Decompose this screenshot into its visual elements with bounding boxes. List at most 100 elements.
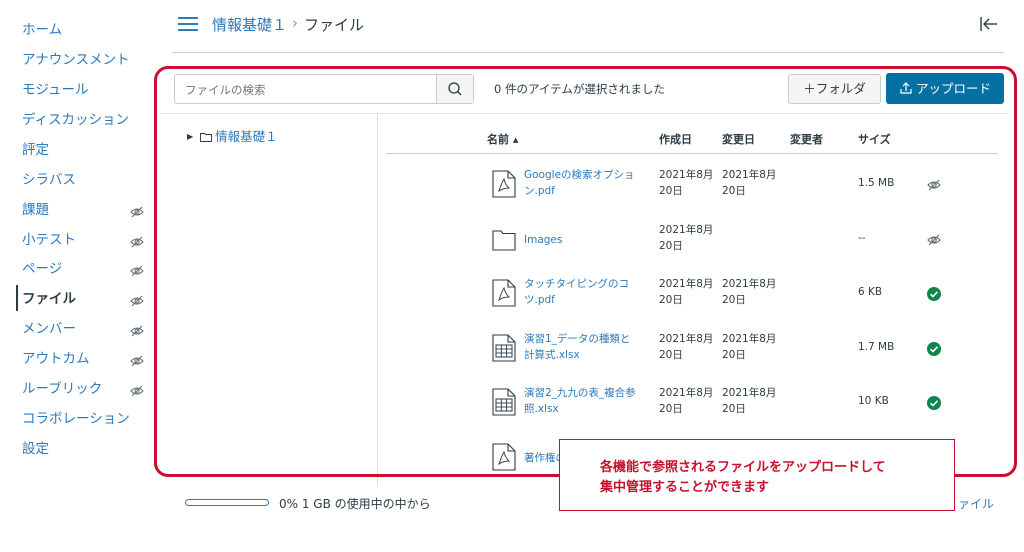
file-size: -- xyxy=(858,231,866,244)
column-modifier[interactable]: 変更者 xyxy=(790,131,823,147)
created-date: 2021年8月20日 xyxy=(659,223,714,252)
nav-item[interactable]: シラバス xyxy=(22,168,144,192)
nav-item-label: ディスカッション xyxy=(22,111,130,128)
annotation-callout: 各機能で参照されるファイルをアップロードして 集中管理することができます xyxy=(559,439,955,511)
callout-line-1: 各機能で参照されるファイルをアップロードして xyxy=(600,460,886,475)
file-size: 1.7 MB xyxy=(858,340,895,353)
search-icon xyxy=(448,82,462,96)
nav-item[interactable]: ファイル xyxy=(22,287,144,311)
created-date: 2021年8月20日 xyxy=(659,169,714,197)
nav-item[interactable]: メンバー xyxy=(22,317,144,341)
unpublished-eye-icon[interactable] xyxy=(926,232,942,248)
nav-item[interactable]: ページ xyxy=(22,257,144,281)
hidden-eye-icon[interactable] xyxy=(130,382,144,397)
hidden-eye-icon[interactable] xyxy=(130,322,144,337)
menu-icon[interactable] xyxy=(178,17,198,31)
nav-item[interactable]: 課題 xyxy=(22,198,144,222)
hidden-eye-icon[interactable] xyxy=(130,262,144,277)
column-modified[interactable]: 変更日 xyxy=(722,131,755,147)
toolbar-divider xyxy=(160,113,1008,114)
callout-line-2: 集中管理することができます xyxy=(600,480,770,495)
file-search xyxy=(174,74,474,104)
table-row[interactable]: Googleの検索オプション.pdf 2021年8月20日 2021年8月20日 1.… xyxy=(386,158,997,213)
search-input[interactable] xyxy=(183,80,437,100)
published-check-icon[interactable] xyxy=(926,395,942,411)
modified-date: 2021年8月20日 xyxy=(722,278,777,307)
file-name-link[interactable]: Googleの検索オプション.pdf xyxy=(524,167,636,199)
folder-icon xyxy=(200,133,213,142)
storage-usage-bar xyxy=(185,499,269,506)
nav-item[interactable]: ルーブリック xyxy=(22,377,144,401)
spreadsheet-icon xyxy=(492,334,516,362)
column-name[interactable]: 名前 ▴ xyxy=(487,131,518,147)
table-row[interactable]: 演習1_データの種類と計算式.xlsx 2021年8月20日 2021年8月20日 1… xyxy=(386,322,997,377)
pdf-icon xyxy=(492,170,516,198)
selection-status: 0 件のアイテムが選択されました xyxy=(494,82,665,96)
nav-item[interactable]: アナウンスメント xyxy=(22,48,144,72)
table-row[interactable]: 演習2_九九の表_複合参照.xlsx 2021年8月20日 2021年8月20日 10… xyxy=(386,376,997,431)
file-name-link[interactable]: Images xyxy=(524,232,636,248)
hidden-eye-icon[interactable] xyxy=(130,292,144,307)
upload-button[interactable]: アップロード xyxy=(886,73,1004,104)
nav-item-label: 設定 xyxy=(22,441,49,458)
nav-item-label: メンバー xyxy=(22,321,76,338)
nav-item[interactable]: 設定 xyxy=(22,437,144,461)
nav-item[interactable]: アウトカム xyxy=(22,347,144,371)
storage-usage-text: 0% 1 GB の使用中の中から xyxy=(279,497,431,511)
nav-item[interactable]: 小テスト xyxy=(22,228,144,252)
nav-item[interactable]: ディスカッション xyxy=(22,108,144,132)
nav-item-label: ページ xyxy=(22,261,63,278)
nav-item-label: アナウンスメント xyxy=(22,51,130,68)
nav-item-label: モジュール xyxy=(22,81,89,98)
expand-caret-icon[interactable]: ▶ xyxy=(187,132,193,141)
modified-date: 2021年8月20日 xyxy=(722,332,777,361)
search-button[interactable] xyxy=(436,75,473,103)
tree-divider xyxy=(377,114,378,486)
active-indicator xyxy=(16,285,18,311)
nav-item[interactable]: 評定 xyxy=(22,138,144,162)
hidden-eye-icon[interactable] xyxy=(130,233,144,247)
column-created[interactable]: 作成日 xyxy=(659,131,692,147)
nav-item[interactable]: コラボレーション xyxy=(22,407,144,431)
nav-item[interactable]: モジュール xyxy=(22,78,144,102)
unpublished-eye-icon[interactable] xyxy=(926,177,942,193)
breadcrumb-course[interactable]: 情報基礎１ xyxy=(212,14,287,35)
add-folder-button[interactable]: ＋フォルダ xyxy=(788,74,881,104)
course-navigation: ホームアナウンスメント モジュールディスカッション 評定シラバス課題小テストページフ… xyxy=(0,0,160,552)
breadcrumb-page: ファイル xyxy=(304,16,365,34)
nav-item-label: コラボレーション xyxy=(22,411,130,428)
nav-item-label: ルーブリック xyxy=(22,381,103,398)
table-header-divider xyxy=(386,153,997,154)
nav-item-label: 評定 xyxy=(22,141,49,158)
column-size[interactable]: サイズ xyxy=(858,131,891,147)
nav-item-label: 小テスト xyxy=(22,231,76,248)
tree-root-label: 情報基礎１ xyxy=(215,129,278,144)
nav-item-label: ファイル xyxy=(22,291,76,308)
hidden-eye-icon[interactable] xyxy=(130,203,144,217)
breadcrumb-separator-icon: › xyxy=(292,14,298,32)
folder-icon xyxy=(492,225,516,253)
published-check-icon[interactable] xyxy=(926,286,942,302)
file-name-link[interactable]: 演習1_データの種類と計算式.xlsx xyxy=(524,331,636,363)
manage-files-link[interactable]: ァイル xyxy=(958,495,994,512)
page-header: 情報基礎１ › ファイル xyxy=(160,0,1024,52)
pdf-icon xyxy=(492,279,516,307)
nav-item-label: シラバス xyxy=(22,171,76,188)
spreadsheet-icon xyxy=(492,388,516,416)
file-size: 10 KB xyxy=(858,395,889,408)
table-row[interactable]: Images 2021年8月20日 -- xyxy=(386,213,997,268)
tree-root-folder[interactable]: ▶ 情報基礎１ xyxy=(187,126,278,145)
upload-icon xyxy=(900,82,912,94)
published-check-icon[interactable] xyxy=(926,341,942,357)
upload-button-label: アップロード xyxy=(915,81,991,96)
file-name-link[interactable]: タッチタイピングのコツ.pdf xyxy=(524,276,636,308)
collapse-sidebar-icon[interactable] xyxy=(980,16,998,32)
file-name-link[interactable]: 演習2_九九の表_複合参照.xlsx xyxy=(524,385,636,417)
created-date: 2021年8月20日 xyxy=(659,278,714,307)
created-date: 2021年8月20日 xyxy=(659,332,714,361)
nav-item-label: 課題 xyxy=(22,201,49,218)
created-date: 2021年8月20日 xyxy=(659,387,714,416)
nav-item[interactable]: ホーム xyxy=(22,18,144,42)
hidden-eye-icon[interactable] xyxy=(130,352,144,367)
table-row[interactable]: タッチタイピングのコツ.pdf 2021年8月20日 2021年8月20日 6 KB xyxy=(386,267,997,322)
